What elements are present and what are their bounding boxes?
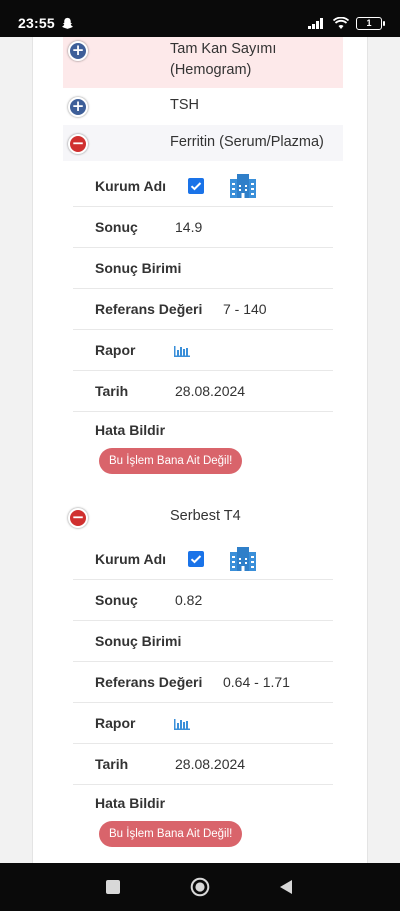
- status-time: 23:55: [18, 15, 55, 31]
- collapse-icon[interactable]: −: [68, 134, 88, 154]
- institution-checkbox[interactable]: [188, 551, 204, 567]
- snapchat-icon: [61, 17, 73, 29]
- signal-icon: [308, 18, 323, 29]
- institution-checkbox[interactable]: [188, 178, 204, 194]
- reference-value: 0.64 - 1.71: [223, 674, 290, 690]
- status-icons: 1: [308, 16, 385, 30]
- test-name: Serbest T4: [170, 508, 241, 524]
- unit-label: Sonuç Birimi: [95, 633, 182, 649]
- bar-chart-icon[interactable]: [174, 716, 190, 730]
- institution-label: Kurum Adı: [95, 178, 167, 194]
- reference-row: Referans Değeri 0.64 - 1.71: [73, 662, 333, 703]
- institution-label: Kurum Adı: [95, 551, 167, 567]
- not-mine-button[interactable]: Bu İşlem Bana Ait Değil!: [99, 448, 243, 474]
- error-label: Hata Bildir: [95, 422, 166, 438]
- date-value: 28.08.2024: [175, 756, 246, 772]
- report-row: Rapor: [73, 330, 333, 371]
- test-row-hemogram[interactable]: + Tam Kan Sayımı (Hemogram): [63, 37, 343, 88]
- date-label: Tarih: [95, 756, 129, 772]
- date-row: Tarih 28.08.2024: [73, 371, 333, 412]
- test-row-serbest-t4[interactable]: − Serbest T4: [63, 503, 343, 533]
- error-row: Hata Bildir: [73, 412, 333, 448]
- test-row-ferritin[interactable]: − Ferritin (Serum/Plazma): [63, 125, 343, 161]
- reference-row: Referans Değeri 7 - 140: [73, 289, 333, 330]
- t4-details: Kurum Adı Sonuç 0.82 Sonuç Birimi Refera…: [73, 539, 333, 851]
- result-row: Sonuç 14.9: [73, 207, 333, 248]
- home-button-icon[interactable]: [190, 877, 210, 897]
- test-row-tsh[interactable]: + TSH: [63, 88, 343, 125]
- date-row: Tarih 28.08.2024: [73, 744, 333, 785]
- institution-row: Kurum Adı: [73, 539, 333, 580]
- page-content: + Tam Kan Sayımı (Hemogram) + TSH − Ferr…: [0, 37, 400, 863]
- unit-row: Sonuç Birimi: [73, 621, 333, 662]
- reference-label: Referans Değeri: [95, 674, 203, 690]
- collapse-icon[interactable]: −: [68, 508, 88, 528]
- ferritin-details: Kurum Adı Sonuç 14.9 Sonuç Birimi Refera…: [73, 166, 333, 478]
- expand-icon[interactable]: +: [68, 97, 88, 117]
- bar-chart-icon[interactable]: [174, 343, 190, 357]
- report-row: Rapor: [73, 703, 333, 744]
- back-button-icon[interactable]: [279, 879, 293, 895]
- test-name: Tam Kan Sayımı (Hemogram): [170, 41, 277, 78]
- report-label: Rapor: [95, 342, 136, 358]
- battery-level: 1: [366, 18, 372, 28]
- result-label: Sonuç: [95, 219, 138, 235]
- hospital-icon[interactable]: [229, 546, 257, 572]
- unit-row: Sonuç Birimi: [73, 248, 333, 289]
- institution-row: Kurum Adı: [73, 166, 333, 207]
- date-label: Tarih: [95, 383, 129, 399]
- result-value: 14.9: [175, 219, 203, 235]
- test-name: TSH: [170, 97, 199, 113]
- reference-value: 7 - 140: [223, 301, 267, 317]
- result-value: 0.82: [175, 592, 203, 608]
- result-label: Sonuç: [95, 592, 138, 608]
- battery-icon: 1: [356, 16, 385, 30]
- navigation-bar: [0, 863, 400, 911]
- not-mine-button[interactable]: Bu İşlem Bana Ait Değil!: [99, 821, 243, 847]
- unit-label: Sonuç Birimi: [95, 260, 182, 276]
- error-row: Hata Bildir: [73, 785, 333, 821]
- report-label: Rapor: [95, 715, 136, 731]
- hospital-icon[interactable]: [229, 173, 257, 199]
- wifi-icon: [333, 16, 349, 29]
- expand-icon[interactable]: +: [68, 41, 88, 61]
- recents-button-icon[interactable]: [106, 880, 120, 894]
- error-label: Hata Bildir: [95, 795, 166, 811]
- result-row: Sonuç 0.82: [73, 580, 333, 621]
- reference-label: Referans Değeri: [95, 301, 203, 317]
- test-name: Ferritin (Serum/Plazma): [170, 134, 324, 150]
- date-value: 28.08.2024: [175, 383, 246, 399]
